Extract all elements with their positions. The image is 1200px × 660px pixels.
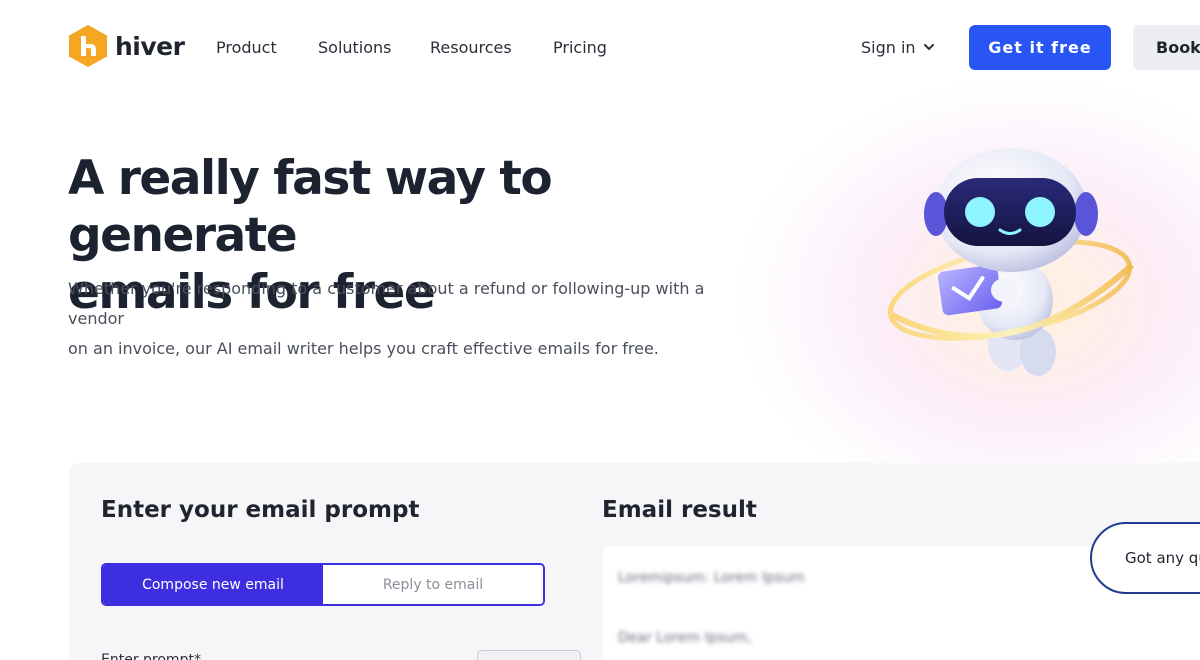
nav-solutions[interactable]: Solutions — [318, 38, 392, 57]
nav-pricing[interactable]: Pricing — [553, 38, 607, 57]
book-demo-button[interactable]: Book a — [1133, 25, 1200, 70]
hiver-logo-icon — [69, 25, 107, 67]
prompt-field-label: Enter prompt* — [101, 652, 201, 660]
result-heading: Email result — [602, 497, 757, 523]
tab-compose-new-email[interactable]: Compose new email — [103, 565, 323, 604]
email-mode-toggle: Compose new email Reply to email — [101, 563, 545, 606]
result-subject-line: Loremipsum: Lorem Ipsum — [618, 570, 805, 586]
nav-product[interactable]: Product — [216, 38, 277, 57]
brand-name: hiver — [115, 31, 185, 61]
sign-in-dropdown[interactable]: Sign in — [861, 38, 934, 57]
hiver-logo[interactable]: hiver — [67, 24, 185, 68]
tab-reply-to-email[interactable]: Reply to email — [323, 565, 543, 604]
sign-in-label: Sign in — [861, 38, 916, 57]
chevron-down-icon — [923, 44, 934, 51]
hero-subtitle-line2: on an invoice, our AI email writer helps… — [68, 339, 659, 358]
tone-select[interactable] — [477, 650, 581, 660]
ai-robot-illustration — [887, 148, 1135, 376]
prompt-heading: Enter your email prompt — [101, 497, 420, 523]
hero-subtitle-line1: Whether you're responding to a customer … — [68, 279, 705, 328]
chat-widget-button[interactable]: Got any questions? — [1090, 522, 1200, 594]
nav-resources[interactable]: Resources — [430, 38, 512, 57]
get-it-free-button[interactable]: Get it free — [969, 25, 1111, 70]
result-greeting-line: Dear Lorem Ipsum, — [618, 630, 752, 646]
hero-subtitle: Whether you're responding to a customer … — [68, 274, 718, 364]
hero-title-line1: A really fast way to generate — [68, 151, 553, 263]
